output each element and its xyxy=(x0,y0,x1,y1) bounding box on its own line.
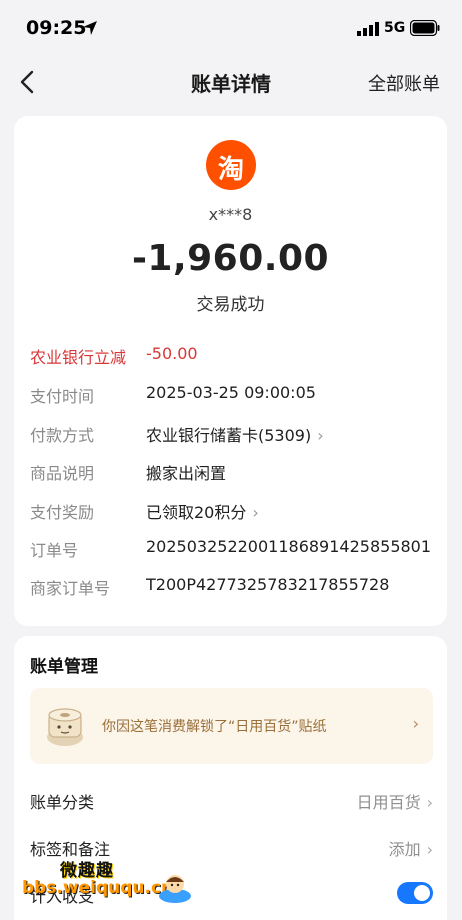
watermark-mascot-icon xyxy=(159,875,191,903)
bill-category-row[interactable]: 账单分类 日用百货 › xyxy=(30,786,433,816)
detail-label: 商家订单号 xyxy=(30,579,111,598)
tissue-roll-sticker-icon xyxy=(47,708,83,746)
detail-label: 订单号 xyxy=(30,541,79,560)
chevron-right-icon: › xyxy=(412,714,419,733)
detail-row-pay-time: 支付时间 2025-03-25 09:00:05 xyxy=(30,381,435,407)
detail-row-discount: 农业银行立减 -50.00 xyxy=(30,342,435,368)
include-toggle[interactable] xyxy=(397,882,433,904)
bill-detail-card: 淘 x***8 -1,960.00 交易成功 农业银行立减 -50.00 支付时… xyxy=(14,116,447,626)
chevron-right-icon: › xyxy=(252,503,259,522)
category-value: 日用百货 xyxy=(356,793,421,812)
all-bills-link[interactable]: 全部账单 xyxy=(368,70,440,96)
detail-label: 农业银行立减 xyxy=(30,348,127,367)
detail-value: 2025-03-25 09:00:05 xyxy=(146,383,316,402)
transaction-amount: -1,960.00 xyxy=(131,238,330,279)
detail-value: 已领取20积分 xyxy=(146,503,247,522)
trade-status: 交易成功 xyxy=(196,295,265,315)
detail-row-reward[interactable]: 支付奖励 已领取20积分 › xyxy=(30,497,435,523)
detail-label: 商品说明 xyxy=(30,464,95,483)
cellular-signal-icon xyxy=(357,22,379,36)
detail-label: 付款方式 xyxy=(30,426,95,445)
status-time: 09:25 xyxy=(26,17,87,39)
taobao-logo-icon: 淘 xyxy=(206,140,256,190)
section-title: 账单管理 xyxy=(30,657,98,677)
detail-row-payment-method[interactable]: 付款方式 农业银行储蓄卡(5309) › xyxy=(30,420,435,446)
detail-value: 农业银行储蓄卡(5309) xyxy=(146,426,312,445)
chevron-right-icon: › xyxy=(426,840,433,859)
status-bar: 09:25 5G xyxy=(0,0,462,58)
chevron-right-icon: › xyxy=(317,426,324,445)
network-type: 5G xyxy=(384,20,406,36)
merchant-logo-char: 淘 xyxy=(217,155,244,185)
sticker-unlock-banner[interactable]: 你因这笔消费解锁了“日用百货”贴纸 › xyxy=(30,688,433,764)
detail-row-description: 商品说明 搬家出闲置 xyxy=(30,458,435,484)
battery-icon xyxy=(410,20,440,36)
location-arrow-icon xyxy=(83,21,97,35)
detail-label: 支付奖励 xyxy=(30,503,95,522)
navigation-bar: 账单详情 全部账单 xyxy=(0,58,462,106)
detail-value: 搬家出闲置 xyxy=(146,464,227,483)
watermark-url: bbs.weiququ.cn xyxy=(22,878,174,898)
chevron-right-icon: › xyxy=(426,793,433,812)
tags-add-value: 添加 xyxy=(388,840,421,859)
category-label: 账单分类 xyxy=(30,793,95,812)
detail-row-merchant-order-number: 商家订单号 T200P4277325783217855728 xyxy=(30,573,435,599)
detail-label: 支付时间 xyxy=(30,387,95,406)
merchant-name: x***8 xyxy=(208,205,253,224)
detail-row-order-number: 订单号 2025032522001186891425855801 xyxy=(30,535,435,561)
detail-value: 2025032522001186891425855801 xyxy=(146,537,432,556)
banner-text: 你因这笔消费解锁了“日用百货”贴纸 xyxy=(102,719,327,735)
detail-value: T200P4277325783217855728 xyxy=(146,575,390,594)
detail-value: -50.00 xyxy=(146,344,198,363)
